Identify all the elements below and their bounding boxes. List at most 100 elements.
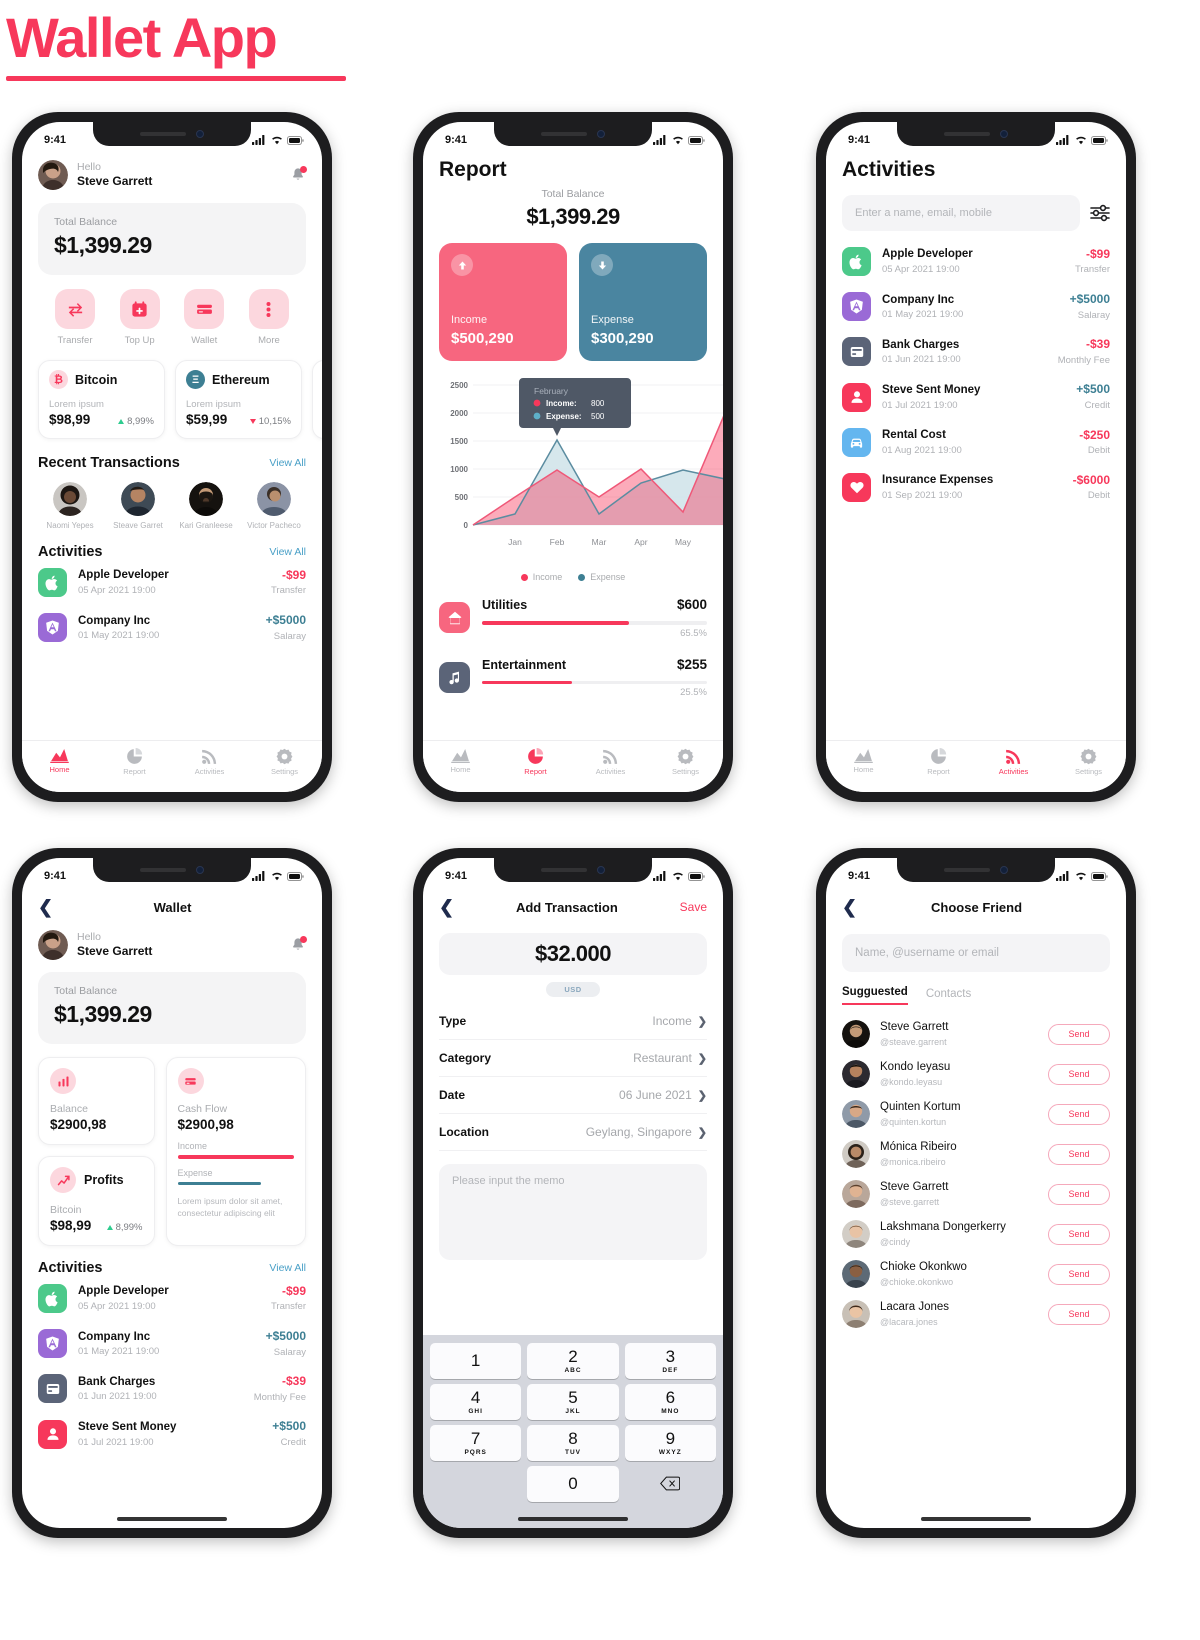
key-7[interactable]: 7 PQRS [430,1424,522,1461]
list-item[interactable]: Victor Pacheco [242,482,306,530]
list-item[interactable]: Mónica Ribeiro @monica.ribeiro Send [842,1134,1110,1174]
view-all-link[interactable]: View All [269,457,306,469]
list-item[interactable]: Lakshmana Dongerkerry @cindy Send [842,1214,1110,1254]
numeric-keypad[interactable]: 1 2 ABC 3 DEF 4 GHI 5 JKL 6 MNO 7 PQRS 8 TUV 9W… [423,1335,723,1528]
crypto-card[interactable]: ₿ Bitcoin Lorem ipsum $98,99 8,99% [38,360,165,439]
category-row[interactable]: Entertainment $255 25.5% [439,648,707,708]
balance-card[interactable]: Balance $2900,98 [38,1057,155,1145]
table-row[interactable]: Company Inc 01 May 2021 19:00 +$5000 Sal… [842,284,1110,329]
tab-activities[interactable]: Activities [976,748,1051,776]
quick-action-transfer[interactable]: Transfer [44,289,106,346]
table-row[interactable]: Steve Sent Money 01 Jul 2021 19:00 +$500… [842,374,1110,419]
table-row[interactable]: Apple Developer 05 Apr 2021 19:00 -$99 T… [38,1276,306,1321]
tab-report[interactable]: Report [498,748,573,776]
tab-report[interactable]: Report [901,748,976,776]
list-item[interactable]: Chioke Okonkwo @chioke.okonkwo Send [842,1254,1110,1294]
list-item[interactable]: Kari Granleese [174,482,238,530]
back-button[interactable]: ❮ [439,898,454,916]
tab-settings[interactable]: Settings [247,748,322,776]
key-9[interactable]: 9 WXYZ [624,1424,716,1461]
send-button[interactable]: Send [1048,1103,1110,1125]
list-item[interactable]: Kondo Ieyasu @kondo.leyasu Send [842,1054,1110,1094]
send-button[interactable]: Send [1048,1143,1110,1165]
friend-tabs[interactable]: Sugguested Contacts [842,986,1110,1005]
table-row[interactable]: Insurance Expenses 01 Sep 2021 19:00 -$6… [842,465,1110,510]
friend-search-input[interactable] [842,934,1110,972]
bottom-tab-bar[interactable]: Home Report Activities Settings [826,740,1126,792]
list-item[interactable]: Steave Garret [106,482,170,530]
tab-activities[interactable]: Activities [172,748,247,776]
key-5[interactable]: 5 JKL [527,1383,619,1420]
table-row[interactable]: Company Inc 01 May 2021 19:00 +$5000 Sal… [38,605,306,650]
crypto-cards-strip[interactable]: ₿ Bitcoin Lorem ipsum $98,99 8,99% Ξ Eth… [38,360,322,439]
tab-settings[interactable]: Settings [648,748,723,776]
table-row[interactable]: Apple Developer 05 Apr 2021 19:00 -$99 T… [38,560,306,605]
search-input[interactable] [842,195,1080,231]
sliders-icon[interactable] [1090,204,1110,222]
profits-card[interactable]: Profits Bitcoin $98,99 8,99% [38,1156,155,1246]
crypto-card[interactable]: Ł Litecoin Lorem ipsum $12,99 [312,360,322,439]
expense-card[interactable]: Expense $300,290 [579,243,707,361]
tab-home[interactable]: Home [22,748,97,774]
key-4[interactable]: 4 GHI [430,1383,522,1420]
send-button[interactable]: Send [1048,1183,1110,1205]
field-date[interactable]: Date 06 June 2021 ❯ [439,1077,707,1114]
back-button[interactable]: ❮ [842,898,857,916]
bottom-tab-bar[interactable]: Home Report Activities Settings [423,740,723,792]
key-3[interactable]: 3 DEF [624,1342,716,1379]
crypto-card[interactable]: Ξ Ethereum Lorem ipsum $59,99 10,15% [175,360,302,439]
send-button[interactable]: Send [1048,1263,1110,1285]
table-row[interactable]: Company Inc 01 May 2021 19:00 +$5000 Sal… [38,1321,306,1366]
send-button[interactable]: Send [1048,1023,1110,1045]
view-all-link[interactable]: View All [269,1262,306,1274]
tab-activities[interactable]: Activities [573,748,648,776]
back-button[interactable]: ❮ [38,898,53,916]
avatar[interactable] [38,160,68,190]
cash-flow-card[interactable]: Cash Flow $2900,98 Income Expense Lorem … [165,1057,306,1246]
pie-chart-icon [528,748,544,764]
list-item[interactable]: Steve Garrett @steave.garrent Send [842,1014,1110,1054]
table-row[interactable]: Bank Charges 01 Jun 2021 19:00 -$39 Mont… [38,1366,306,1411]
quick-action-more[interactable]: More [238,289,300,346]
send-button[interactable]: Send [1048,1223,1110,1245]
list-item[interactable]: Quinten Kortum @quinten.kortun Send [842,1094,1110,1134]
table-row[interactable]: Steve Sent Money 01 Jul 2021 19:00 +$500… [38,1411,306,1456]
table-row[interactable]: Rental Cost 01 Aug 2021 19:00 -$250 Debi… [842,420,1110,465]
save-button[interactable]: Save [680,900,707,914]
tab-home[interactable]: Home [423,748,498,774]
quick-action-topup[interactable]: Top Up [109,289,171,346]
income-card[interactable]: Income $500,290 [439,243,567,361]
category-row[interactable]: Utilities $600 65.5% [439,588,707,648]
tab-settings[interactable]: Settings [1051,748,1126,776]
tab-home[interactable]: Home [826,748,901,774]
view-all-link[interactable]: View All [269,546,306,558]
table-row[interactable]: Bank Charges 01 Jun 2021 19:00 -$39 Mont… [842,329,1110,374]
key-0[interactable]: 0 [527,1465,619,1502]
list-item[interactable]: Naomi Yepes [38,482,102,530]
key-backspace[interactable] [625,1466,716,1502]
field-type[interactable]: Type Income ❯ [439,1003,707,1040]
quick-action-wallet[interactable]: Wallet [173,289,235,346]
avatar[interactable] [38,930,68,960]
notification-bell-icon[interactable] [290,936,307,953]
key-1[interactable]: 1 [430,1342,522,1379]
tab-suggested[interactable]: Sugguested [842,986,908,1005]
notification-bell-icon[interactable] [290,166,307,183]
total-balance-label: Total Balance [54,216,118,228]
list-item[interactable]: Lacara Jones @lacara.jones Send [842,1294,1110,1334]
bottom-tab-bar[interactable]: Home Report Activities Settings [22,740,322,792]
field-location[interactable]: Location Geylang, Singapore ❯ [439,1114,707,1151]
tab-report[interactable]: Report [97,748,172,776]
send-button[interactable]: Send [1048,1063,1110,1085]
send-button[interactable]: Send [1048,1303,1110,1325]
amount-display[interactable]: $32.000 [439,933,707,975]
field-category[interactable]: Category Restaurant ❯ [439,1040,707,1077]
memo-input[interactable]: Please input the memo [439,1164,707,1260]
key-2[interactable]: 2 ABC [527,1342,619,1379]
table-row[interactable]: Apple Developer 05 Apr 2021 19:00 -$99 T… [842,239,1110,284]
tab-contacts[interactable]: Contacts [926,988,971,1005]
key-6[interactable]: 6 MNO [624,1383,716,1420]
list-item[interactable]: Steve Garrett @steve.garrett Send [842,1174,1110,1214]
currency-chip[interactable]: USD [546,982,600,997]
key-8[interactable]: 8 TUV [527,1424,619,1461]
